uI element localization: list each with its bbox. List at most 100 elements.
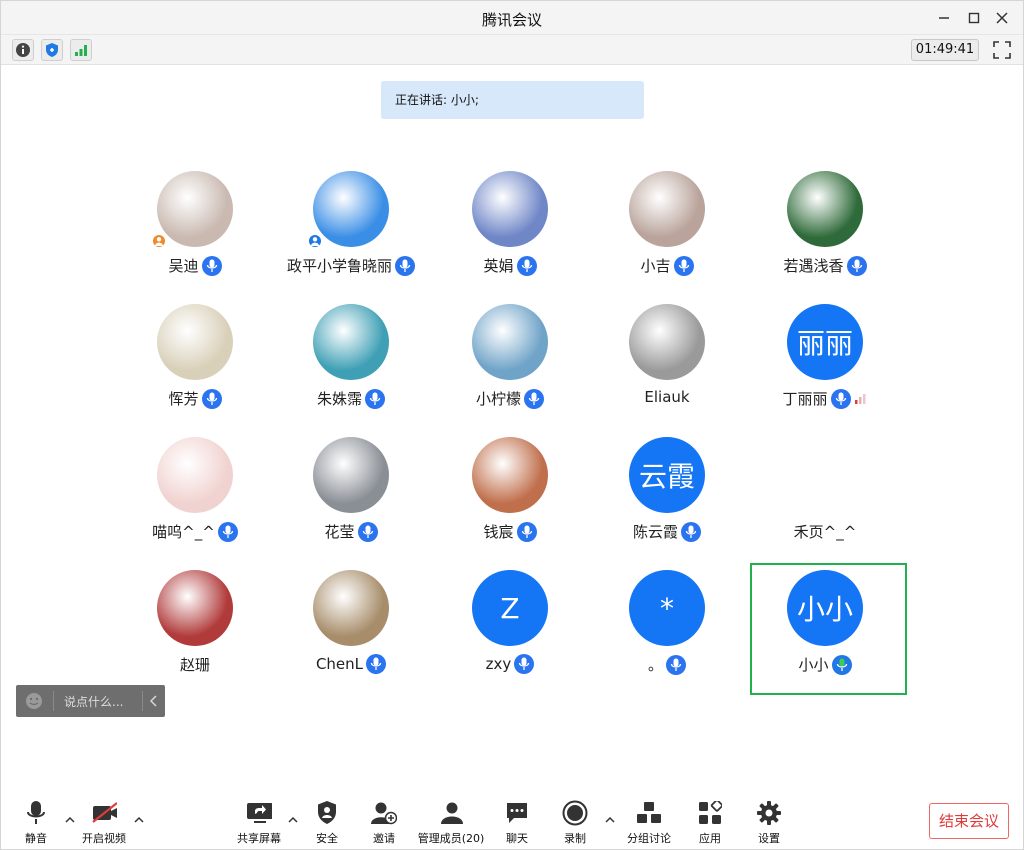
breakout-rooms-button[interactable]: 分组讨论 [619,800,679,846]
microphone-icon [201,255,222,276]
participant-name-line: 若遇浅香 [750,255,900,276]
fullscreen-button[interactable] [991,39,1013,61]
invite-label: 邀请 [373,832,395,845]
participant-name: 。 [647,656,663,674]
participant-name-line: zxy [435,654,585,674]
mute-button[interactable]: 静音 [6,800,66,846]
window-title: 腾讯会议 [481,11,542,29]
participant-name-line: 。 [592,654,742,675]
record-options-caret[interactable] [604,814,616,826]
settings-label: 设置 [758,832,780,845]
participant-tile[interactable]: 花莹 [276,433,426,553]
network-signal-button[interactable] [70,39,92,61]
participant-tile[interactable]: 赵珊 [120,566,270,686]
avatar: * [629,570,705,646]
participant-tile[interactable]: 英娟 [435,167,585,287]
participant-tile[interactable]: 小吉 [592,167,742,287]
emoji-icon [26,693,42,709]
avatar: 丽丽 [787,304,863,380]
divider [53,691,54,711]
share-screen-button[interactable]: 共享屏幕 [229,800,289,846]
chat-quick-input[interactable]: 说点什么... [16,685,165,717]
status-bar: 01:49:41 [1,35,1023,65]
minimize-button[interactable] [933,7,955,29]
avatar-initials: * [629,570,705,646]
participant-name: 陈云霞 [632,523,678,541]
chat-button[interactable]: 聊天 [487,800,547,846]
participant-tile[interactable]: 钱宸 [435,433,585,553]
close-button[interactable] [991,7,1013,29]
microphone-icon [830,388,851,409]
meeting-timer: 01:49:41 [911,39,979,61]
minimize-icon [939,17,949,19]
start-video-button[interactable]: 开启视频 [74,800,134,846]
manage-members-button[interactable]: 管理成员(20) [418,800,484,846]
participant-name-line: 钱宸 [435,521,585,542]
participant-tile[interactable]: 小柠檬 [435,300,585,420]
microphone-icon [395,255,415,276]
avatar [157,171,233,247]
settings-button[interactable]: 设置 [739,800,799,846]
participant-name: 小柠檬 [475,390,521,408]
participant-name-line: 吴迪 [120,255,270,276]
microphone-icon [524,388,544,409]
participant-tile[interactable]: 云霞 陈云霞 [592,433,742,553]
chat-icon [507,803,527,823]
bottom-toolbar: 静音 开启视频 共享屏幕 安全 邀请 管理成员(20) 聊天 录制 分组讨论 应… [1,796,1023,850]
title-bar: 腾讯会议 [1,1,1023,35]
security-button[interactable]: 安全 [297,800,357,846]
info-button[interactable] [12,39,34,61]
participant-name: 恽芳 [168,390,199,408]
participant-name: 吴迪 [168,257,199,275]
video-options-caret[interactable] [133,814,145,826]
chat-placeholder: 说点什么... [64,695,124,709]
avatar [157,304,233,380]
add-user-icon [371,802,397,825]
apps-button[interactable]: 应用 [680,800,740,846]
participant-tile[interactable]: 禾页^_^ [750,433,900,553]
participant-name-line: 小柠檬 [435,388,585,409]
invite-button[interactable]: 邀请 [354,800,414,846]
participant-tile[interactable]: 恽芳 [120,300,270,420]
participant-name: 小吉 [640,257,671,275]
host-badge-icon [307,233,323,249]
fullscreen-icon [993,41,1011,59]
mute-label: 静音 [25,832,47,845]
maximize-button[interactable] [963,7,985,29]
participant-tile[interactable]: Zzxy [435,566,585,686]
avatar [472,437,548,513]
breakout-icon [637,802,661,823]
participant-tile[interactable]: 政平小学鲁晓丽 [276,167,426,287]
participant-name-line: 英娟 [435,255,585,276]
record-label: 录制 [564,832,586,845]
avatar [313,570,389,646]
participant-name-line: ChenL [276,654,426,674]
participant-name: 钱宸 [483,523,514,541]
participant-tile[interactable]: 若遇浅香 [750,167,900,287]
shield-icon [46,43,58,57]
end-meeting-button[interactable]: 结束会议 [929,803,1009,839]
security-status-button[interactable] [41,39,63,61]
video-label: 开启视频 [82,832,126,845]
participant-tile[interactable]: 丽丽 丁丽丽 [750,300,900,420]
participant-tile[interactable]: 朱姝霈 [276,300,426,420]
microphone-icon [681,521,701,542]
participant-tile[interactable]: *。 [592,566,742,686]
signal-icon [75,45,87,56]
participant-tile[interactable]: Eliauk [592,300,742,420]
avatar-initials: 云霞 [629,437,705,513]
participant-tile[interactable]: 吴迪 [120,167,270,287]
record-button[interactable]: 录制 [545,800,605,846]
participant-name-line: Eliauk [592,388,742,406]
avatar [629,171,705,247]
participant-name: 若遇浅香 [783,257,844,275]
participant-name-line: 陈云霞 [592,521,742,542]
participant-name: 喵呜^_^ [152,523,215,541]
microphone-icon [516,521,537,542]
weak-signal-icon [854,390,868,408]
participant-tile[interactable]: ChenL [276,566,426,686]
participant-tile[interactable]: 喵呜^_^ [120,433,270,553]
chevron-up-icon [605,816,615,823]
microphone-icon [365,388,385,409]
avatar [313,437,389,513]
